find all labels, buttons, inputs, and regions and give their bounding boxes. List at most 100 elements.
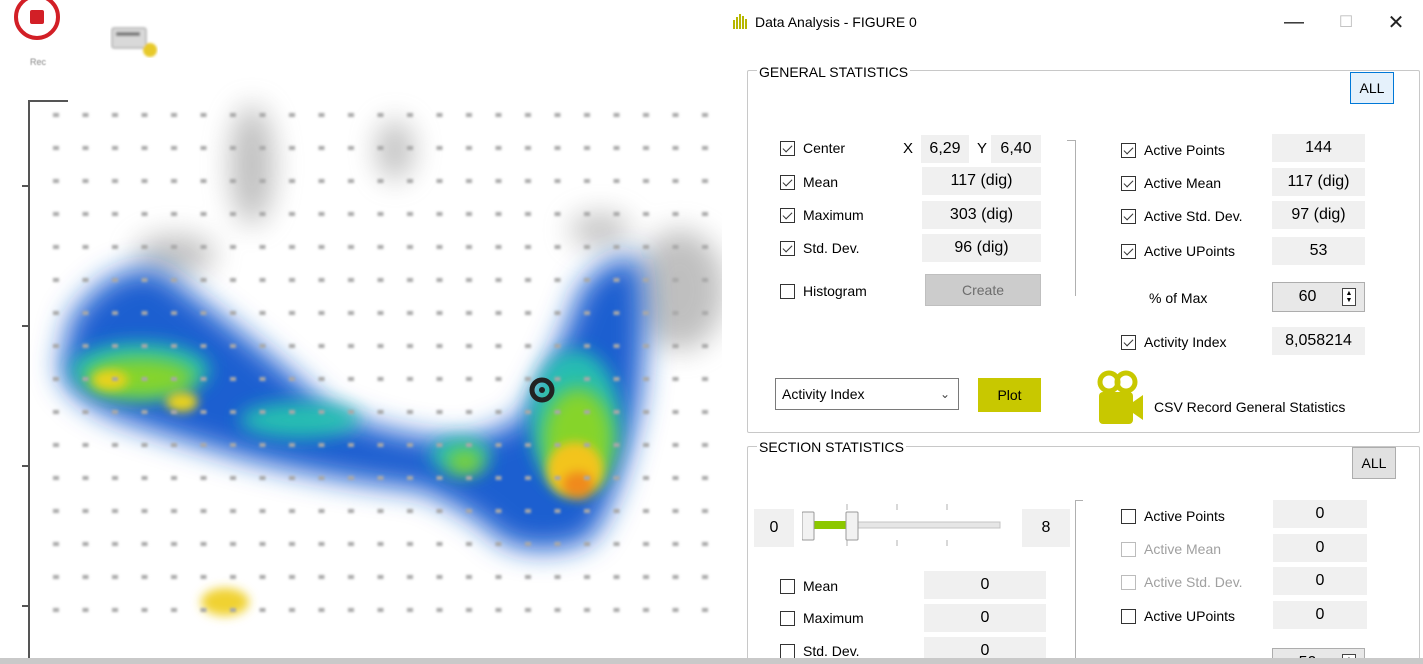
spin-arrows-icon[interactable]: ▲▼	[1342, 288, 1356, 306]
checkbox-box[interactable]	[780, 140, 795, 156]
sensor-point	[672, 476, 679, 480]
sensor-point	[348, 410, 354, 414]
sensor-point	[171, 245, 177, 249]
checkbox-box[interactable]	[1121, 334, 1136, 350]
section-all-button[interactable]: ALL	[1352, 447, 1396, 479]
checkbox-box[interactable]	[780, 578, 795, 594]
sensor-point	[348, 575, 354, 579]
section-active-mean-checkbox[interactable]: Active Mean	[1121, 539, 1221, 559]
sensor-point	[466, 146, 472, 150]
active-std-dev-label: Active Std. Dev.	[1144, 208, 1243, 224]
sensor-point	[466, 542, 472, 546]
checkbox-box[interactable]	[1121, 608, 1136, 624]
sensor-point	[289, 245, 295, 249]
sensor-point	[318, 311, 325, 315]
sensor-point	[318, 410, 325, 414]
active-mean-checkbox[interactable]: Active Mean	[1121, 173, 1221, 193]
axis-tick	[22, 325, 30, 327]
sensor-point	[702, 377, 708, 381]
checkbox-box[interactable]	[1121, 208, 1136, 224]
std-dev-checkbox[interactable]: Std. Dev.	[780, 238, 860, 258]
plot-button[interactable]: Plot	[978, 378, 1041, 412]
close-button[interactable]: ✕	[1376, 6, 1416, 38]
sensor-point	[495, 509, 502, 513]
sensor-point	[672, 113, 679, 117]
sensor-point	[200, 377, 207, 381]
sensor-point	[466, 443, 472, 447]
checkbox-box[interactable]	[780, 610, 795, 626]
sensor-point	[82, 212, 89, 216]
checkbox-box[interactable]	[780, 283, 795, 299]
sensor-point	[259, 113, 266, 117]
sensor-point	[53, 179, 59, 183]
sensor-point	[171, 113, 177, 117]
sensor-point	[230, 344, 236, 348]
mean-checkbox[interactable]: Mean	[780, 172, 838, 192]
section-active-mean-label: Active Mean	[1144, 541, 1222, 557]
sensor-point	[289, 278, 295, 282]
activity-index-checkbox[interactable]: Activity Index	[1121, 332, 1226, 352]
sensor-point	[466, 344, 472, 348]
checkbox-box[interactable]	[1121, 574, 1136, 590]
checkbox-box[interactable]	[1121, 142, 1136, 158]
sensor-point	[112, 575, 118, 579]
video-camera-icon[interactable]	[1097, 370, 1143, 426]
section-active-std-dev-checkbox[interactable]: Active Std. Dev.	[1121, 572, 1243, 592]
pct-of-max-value: 60	[1298, 288, 1317, 305]
sensor-point	[525, 509, 531, 513]
camera-tool-icon[interactable]	[110, 24, 158, 58]
checkbox-box[interactable]	[780, 207, 795, 223]
std-dev-value: 96 (dig)	[922, 234, 1041, 262]
sensor-point	[348, 113, 354, 117]
maximum-checkbox[interactable]: Maximum	[780, 205, 864, 225]
checkbox-box[interactable]	[1121, 508, 1136, 524]
sensor-point	[171, 278, 177, 282]
sensor-point	[289, 212, 295, 216]
sensor-point	[672, 311, 679, 315]
sensor-point	[466, 476, 472, 480]
sensor-point	[53, 410, 59, 414]
sensor-point	[466, 113, 472, 117]
section-active-upoints-checkbox[interactable]: Active UPoints	[1121, 606, 1235, 626]
sensor-point	[230, 608, 236, 612]
checkbox-box[interactable]	[1121, 243, 1136, 259]
checkbox-box[interactable]	[780, 643, 795, 659]
sensor-point	[112, 377, 118, 381]
sensor-point	[702, 410, 708, 414]
sensor-point	[112, 608, 118, 612]
active-std-dev-checkbox[interactable]: Active Std. Dev.	[1121, 206, 1243, 226]
sensor-point	[171, 575, 177, 579]
minimize-button[interactable]: —	[1274, 6, 1314, 38]
section-range-slider[interactable]	[801, 498, 1002, 548]
section-active-points-checkbox[interactable]: Active Points	[1121, 506, 1225, 526]
maximize-button[interactable]: ☐	[1326, 6, 1366, 38]
sensor-point	[318, 344, 325, 348]
sensor-point	[613, 113, 620, 117]
sensor-point	[82, 443, 89, 447]
sensor-point	[348, 509, 354, 513]
checkbox-box[interactable]	[1121, 175, 1136, 191]
general-all-button[interactable]: ALL	[1350, 72, 1394, 104]
sensor-point	[377, 344, 384, 348]
sensor-point	[436, 410, 443, 414]
sensor-point	[554, 344, 561, 348]
histogram-checkbox[interactable]: Histogram	[780, 281, 867, 301]
sensor-point	[82, 245, 89, 249]
csv-record-label[interactable]: CSV Record General Statistics	[1154, 399, 1345, 415]
sensor-point	[259, 443, 266, 447]
sensor-point	[259, 542, 266, 546]
pct-of-max-stepper[interactable]: 60 ▲ ▼	[1272, 282, 1365, 312]
sensor-point	[141, 443, 148, 447]
plot-metric-select[interactable]: Activity Index ⌄	[775, 378, 959, 410]
section-mean-checkbox[interactable]: Mean	[780, 576, 838, 596]
section-maximum-checkbox[interactable]: Maximum	[780, 608, 864, 628]
active-points-checkbox[interactable]: Active Points	[1121, 140, 1225, 160]
sensor-point	[466, 278, 472, 282]
checkbox-box[interactable]	[780, 174, 795, 190]
create-histogram-button[interactable]: Create	[925, 274, 1041, 306]
checkbox-box[interactable]	[1121, 541, 1136, 557]
active-upoints-checkbox[interactable]: Active UPoints	[1121, 241, 1235, 261]
center-checkbox[interactable]: Center	[780, 138, 845, 158]
checkbox-box[interactable]	[780, 240, 795, 256]
sensor-point	[53, 278, 59, 282]
